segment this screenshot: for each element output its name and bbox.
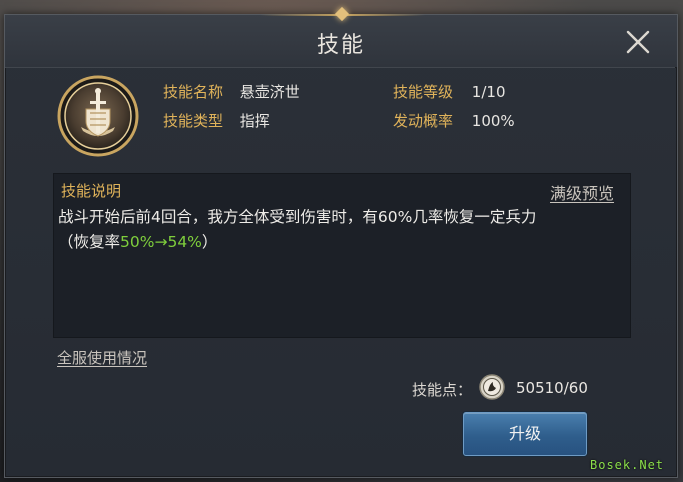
skill-name-label: 技能名称 bbox=[163, 83, 224, 101]
skill-name-value: 悬壶济世 bbox=[239, 83, 300, 101]
server-usage-link[interactable]: 全服使用情况 bbox=[57, 347, 147, 368]
dialog-title: 技能 bbox=[316, 33, 365, 58]
trigger-chance-row: 发动概率 100% bbox=[393, 110, 515, 131]
shield-sword-emblem-icon bbox=[57, 75, 139, 157]
trigger-chance-value: 100% bbox=[471, 112, 515, 130]
upgrade-button[interactable]: 升级 bbox=[463, 412, 587, 456]
skill-type-value: 指挥 bbox=[239, 112, 270, 130]
title-bar: 技能 bbox=[5, 6, 677, 68]
trigger-chance-label: 发动概率 bbox=[393, 112, 454, 130]
watermark: Bosek.Net bbox=[590, 458, 665, 472]
skill-description-box: 技能说明 满级预览 战斗开始后前4回合，我方全体受到伤害时，有60%几率恢复一定… bbox=[53, 173, 631, 338]
skill-level-label: 技能等级 bbox=[393, 83, 454, 101]
description-text: 战斗开始后前4回合，我方全体受到伤害时，有60%几率恢复一定兵力 bbox=[58, 208, 537, 226]
skill-point-coin-icon bbox=[479, 374, 505, 400]
close-button[interactable] bbox=[623, 27, 653, 57]
skill-level-value: 1/10 bbox=[471, 83, 506, 101]
max-level-preview-link[interactable]: 满级预览 bbox=[550, 180, 614, 204]
skill-dialog: 技能 技能名称 悬壶济世 技能等级 1/10 技能类型 指挥 发动概率 100%… bbox=[4, 6, 678, 478]
skill-points-label: 技能点： bbox=[412, 381, 473, 399]
recovery-rate-value: 50%→54% bbox=[120, 233, 202, 251]
recovery-rate-text: （恢复率50%→54%） bbox=[58, 230, 217, 252]
skill-type-label: 技能类型 bbox=[163, 112, 224, 130]
skill-level-row: 技能等级 1/10 bbox=[393, 81, 505, 102]
skill-points-value: 50510/60 bbox=[516, 379, 588, 397]
recovery-rate-prefix: （恢复率 bbox=[58, 233, 121, 251]
close-icon bbox=[626, 30, 650, 54]
description-title: 技能说明 bbox=[61, 182, 122, 200]
skill-type-row: 技能类型 指挥 bbox=[163, 110, 270, 131]
skill-name-row: 技能名称 悬壶济世 bbox=[163, 81, 300, 102]
recovery-rate-suffix: ） bbox=[201, 233, 218, 251]
